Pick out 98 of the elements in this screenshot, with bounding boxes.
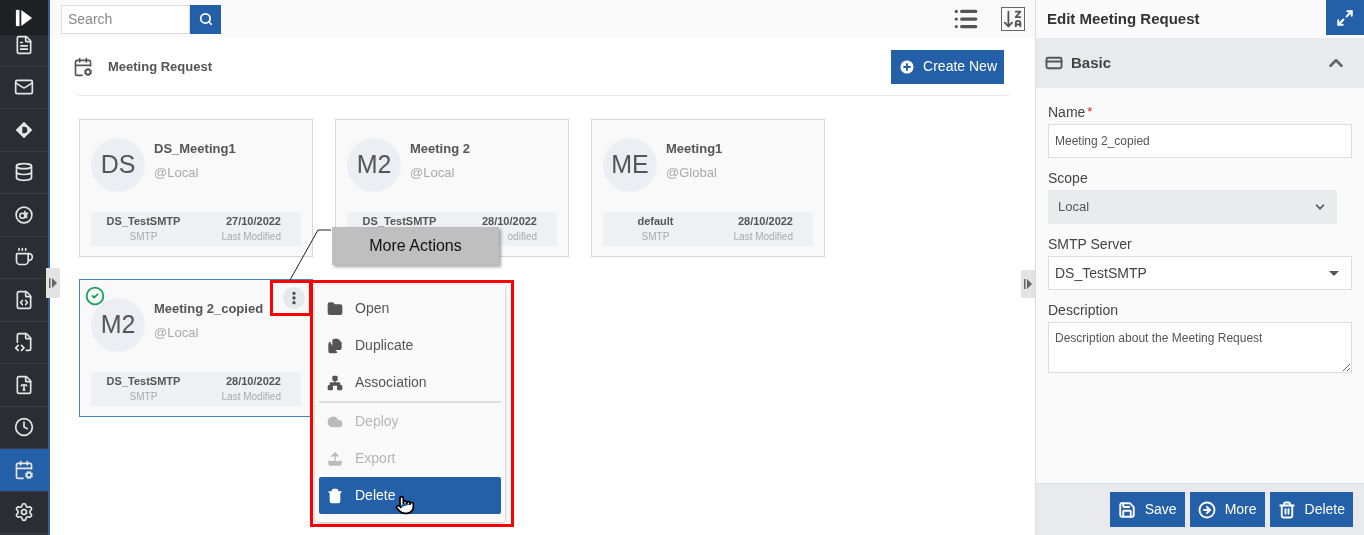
card-title: Meeting 2 (410, 140, 470, 158)
calendar-icon (73, 56, 93, 77)
hierarchy-icon (327, 374, 343, 391)
menu-label: Association (355, 373, 427, 392)
text-file-icon (14, 374, 34, 395)
more-actions-button[interactable] (283, 287, 305, 309)
sidebar-item[interactable] (0, 35, 48, 67)
search-button[interactable] (190, 4, 221, 34)
card-scope: @Local (154, 164, 200, 182)
leader-line (288, 229, 332, 281)
files-icon (327, 337, 343, 354)
hand-cursor-icon (395, 494, 415, 516)
field-label: Name (1048, 103, 1086, 122)
menu-item[interactable]: Delete (319, 477, 501, 514)
collapse-handle[interactable] (1021, 270, 1035, 298)
search-icon (198, 12, 213, 26)
menu-label: Duplicate (355, 336, 414, 355)
section-header[interactable]: Basic (1036, 38, 1364, 88)
mail-icon (14, 77, 34, 98)
calendar-icon (14, 459, 34, 480)
item-card[interactable]: ME Meeting1 @Global default SMTP 28/10/2022 Last Modified (591, 119, 825, 257)
required-mark: * (1087, 103, 1093, 121)
avatar: DS (91, 138, 145, 192)
menu-label: Deploy (355, 412, 399, 431)
card-title: Meeting 2_copied (154, 300, 264, 318)
modified-date: 28/10/2022 (225, 374, 281, 389)
modified-label: Last Modified (221, 230, 281, 244)
menu-item[interactable]: Association (319, 364, 501, 401)
database-icon (14, 162, 34, 183)
maximize-button[interactable] (1326, 0, 1364, 35)
folder-icon (327, 300, 343, 317)
sidebar-item[interactable] (0, 449, 48, 492)
footer-button[interactable]: More (1189, 492, 1265, 527)
server-label: SMTP (129, 390, 158, 404)
coffee-cup-icon (14, 247, 34, 268)
maximize-icon (1336, 8, 1354, 27)
menu-label: Delete (355, 486, 396, 505)
trash-icon (327, 487, 343, 504)
card-title: DS_Meeting1 (154, 140, 236, 158)
card-scope: @Global (666, 164, 718, 182)
search-field[interactable]: Search (61, 4, 190, 34)
modified-date: 27/10/2022 (225, 214, 281, 229)
sort-icon[interactable] (1001, 7, 1025, 31)
logo-icon (15, 8, 33, 27)
save-icon (1117, 500, 1136, 519)
item-card[interactable]: DS DS_Meeting1 @Local DS_TestSMTP SMTP 27/10/2022 Last Modified (79, 119, 313, 257)
form-icon (1045, 54, 1063, 72)
server-label: SMTP (129, 230, 158, 244)
arrow-circle-icon (1197, 500, 1216, 519)
card-title: Meeting1 (666, 140, 723, 158)
circle-icon (14, 204, 34, 225)
menu-label: Open (355, 299, 390, 318)
trash-icon (1277, 500, 1296, 519)
server-dropdown[interactable]: DS_TestSMTP (1048, 256, 1352, 290)
modified-label: odified (507, 230, 537, 244)
card-scope: @Local (410, 164, 456, 182)
footer-button[interactable]: Delete (1269, 492, 1353, 527)
upload-icon (327, 450, 343, 467)
collapse-handle[interactable] (46, 268, 60, 298)
item-card[interactable]: M2 Meeting 2_copied @Local DS_TestSMTP SMTP 28/10/2022 Last Modified (79, 279, 313, 417)
menu-item[interactable]: Duplicate (319, 327, 501, 364)
menu-label: Export (355, 449, 396, 468)
footer-button[interactable]: Save (1109, 492, 1185, 527)
server-name: default (637, 214, 674, 229)
plus-icon (898, 57, 917, 76)
panel-title: Edit Meeting Request (1047, 8, 1200, 29)
card-scope: @Local (154, 324, 200, 342)
code-file-icon (14, 332, 34, 353)
server-label: SMTP (641, 230, 670, 244)
clock-icon (14, 417, 34, 438)
check-icon (85, 286, 105, 306)
create-new-button[interactable]: Create New (891, 49, 1004, 84)
code-file-icon (14, 289, 34, 310)
modified-date: 28/10/2022 (481, 214, 537, 229)
page-title: Meeting Request (108, 57, 212, 76)
description-field[interactable]: Description about the Meeting Request (1048, 322, 1352, 373)
field-label: Scope (1048, 169, 1088, 188)
more-actions-tooltip: More Actions (332, 227, 499, 265)
section-title: Basic (1071, 52, 1112, 73)
avatar: M2 (347, 138, 401, 192)
caret-icon (1329, 270, 1339, 276)
avatar: M2 (91, 298, 145, 352)
menu-item[interactable]: Open (319, 290, 501, 327)
field-label: Description (1048, 301, 1119, 320)
avatar: ME (603, 138, 657, 192)
modified-label: Last Modified (733, 230, 793, 244)
modified-label: Last Modified (221, 390, 281, 404)
name-field[interactable]: Meeting 2_copied (1048, 124, 1352, 158)
diamond-icon (14, 119, 34, 140)
modified-date: 28/10/2022 (737, 214, 793, 229)
document-icon (14, 35, 34, 55)
server-name: DS_TestSMTP (106, 214, 181, 229)
expand-icon (1024, 279, 1032, 289)
settings-icon (14, 502, 34, 523)
expand-icon (49, 278, 57, 288)
server-name: DS_TestSMTP (362, 214, 437, 229)
field-label: SMTP Server (1048, 235, 1132, 254)
server-name: DS_TestSMTP (106, 374, 181, 389)
